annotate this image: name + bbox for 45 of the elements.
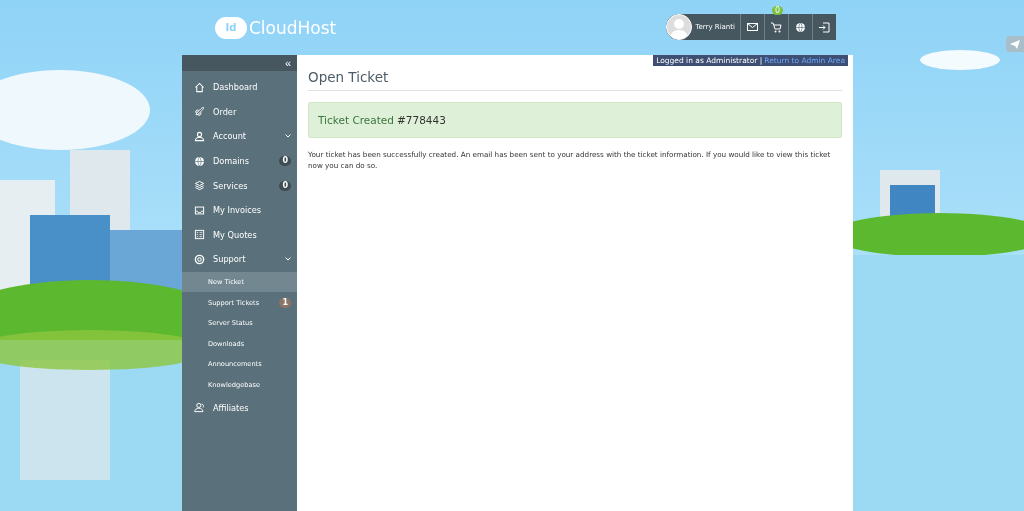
menu-item[interactable]: Order [182,99,297,125]
globe-icon [194,155,205,167]
home-icon [194,81,205,93]
page-title: Open Ticket [308,69,842,91]
language-button[interactable] [788,14,812,40]
count-badge: 0 [279,180,291,191]
menu-label: Account [213,131,248,142]
globe-icon [795,21,806,33]
menu-label: Dashboard [213,82,259,93]
logout-button[interactable] [812,14,836,40]
users-icon [194,402,205,414]
logo-text: CloudHost [249,17,337,38]
menu-item[interactable]: My Invoices [182,197,297,223]
count-badge: 0 [279,156,291,167]
menu-item[interactable]: Dashboard [182,75,297,100]
menu-item[interactable]: My Quotes [182,222,297,248]
menu-label: Support [213,254,247,265]
menu-item[interactable]: Services 0 [182,173,297,198]
ticket-number: #778443 [396,114,446,126]
cart-button[interactable] [764,14,788,40]
mail-icon [747,23,758,31]
collapse-button[interactable]: « [282,56,293,70]
rocket-icon [194,106,205,118]
menu-label: Domains [213,156,251,167]
count-badge: 1 [279,297,291,308]
menu-item[interactable]: Support [182,247,297,272]
menu-label: Services [213,180,249,191]
paper-plane-icon [1010,39,1020,49]
menu-item[interactable]: Domains 0 [182,148,297,174]
menu-label: Affiliates [213,402,250,413]
list-icon [194,229,205,241]
layers-icon [194,180,205,192]
alert-label: Ticket Created [318,114,394,126]
menu-label: Order [213,106,238,117]
menu-label: My Invoices [213,205,263,216]
lifebuoy-icon [194,253,205,265]
cart-count: 0 [772,6,784,15]
logout-icon [819,21,830,33]
menu-item[interactable]: Affiliates [182,395,297,420]
inbox-icon [194,204,205,216]
menu-label: My Quotes [213,229,258,240]
menu-item[interactable]: Account [182,124,297,149]
cart-icon [771,21,782,33]
user-icon [194,131,205,142]
mail-button[interactable] [740,14,764,40]
